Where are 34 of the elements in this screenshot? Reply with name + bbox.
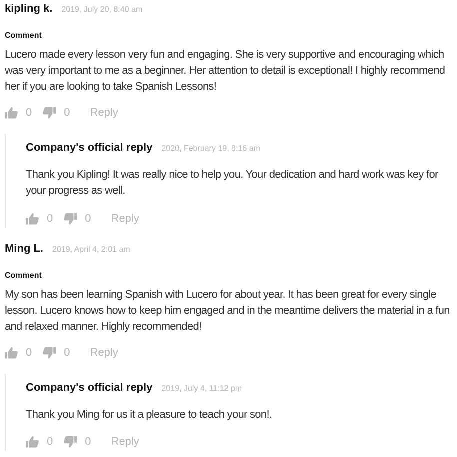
reply-link[interactable]: Reply xyxy=(90,344,118,362)
comment-date: 2020, February 19, 8:16 am xyxy=(162,143,260,155)
author-name: Ming L. xyxy=(5,242,44,256)
comment-label: Comment xyxy=(5,30,43,42)
like-count: 0 xyxy=(47,212,54,227)
comment-text: My son has been learning Spanish with Lucero for about year. It has been great for every single lesson. Lucero knows how to keep him engaged and in the meantime delivers the material in a fun and relaxed manner. Highly recommended! xyxy=(5,288,451,335)
thumbs-down-icon[interactable] xyxy=(43,107,56,119)
reply-text: Thank you Ming for us it a pleasure to teach your son!. xyxy=(26,408,274,423)
dislike-count: 0 xyxy=(85,434,92,450)
comment-label: Comment xyxy=(5,270,43,282)
comment-date: 2019, April 4, 2:01 am xyxy=(52,244,130,256)
comment-date: 2019, July 4, 11:12 pm xyxy=(162,383,242,395)
reply-link[interactable]: Reply xyxy=(111,210,140,228)
thumbs-up-icon[interactable] xyxy=(5,347,18,359)
dislike-count: 0 xyxy=(64,346,70,361)
dislike-count: 0 xyxy=(85,212,92,227)
reply-link[interactable]: Reply xyxy=(111,434,140,450)
like-count: 0 xyxy=(26,346,32,361)
thumbs-down-icon[interactable] xyxy=(64,436,78,448)
thumbs-down-icon[interactable] xyxy=(43,347,56,359)
thumbs-up-icon[interactable] xyxy=(5,107,18,119)
like-count: 0 xyxy=(47,434,54,450)
reply-link[interactable]: Reply xyxy=(90,104,118,122)
reply-text: Thank you Kipling! It was really nice to help you. Your dedication and hard work was key for your progress as well. xyxy=(26,168,440,199)
thumbs-up-icon[interactable] xyxy=(26,436,39,448)
author-name: kipling k. xyxy=(5,2,53,16)
comment-text: Lucero made every lesson very fun and engaging. She is very supportive and encouraging which was very important to me as a beginner. Her attention to detail is exceptional! I highly recommend her if you are looking to take Spanish Lessons! xyxy=(5,48,446,95)
author-name: Company's official reply xyxy=(26,141,153,155)
dislike-count: 0 xyxy=(64,106,70,121)
thumbs-down-icon[interactable] xyxy=(64,213,78,225)
comment-date: 2019, July 20, 8:40 am xyxy=(62,4,143,16)
like-count: 0 xyxy=(26,106,32,121)
author-name: Company's official reply xyxy=(26,381,153,395)
thumbs-up-icon[interactable] xyxy=(26,213,39,225)
